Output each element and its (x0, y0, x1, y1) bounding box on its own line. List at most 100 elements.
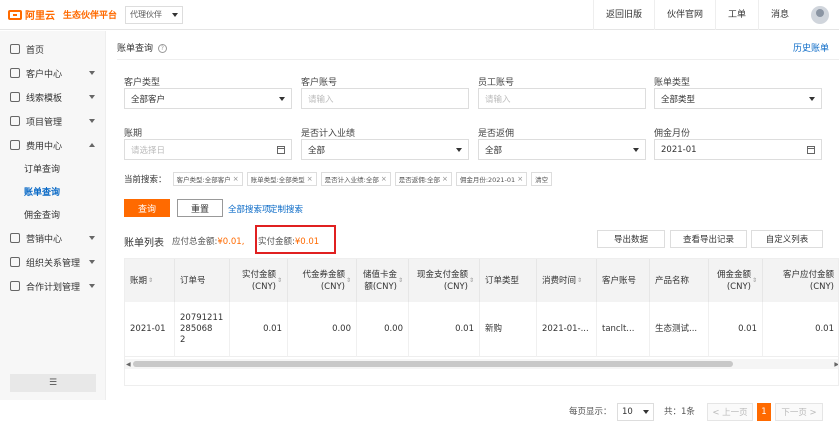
scroll-left-icon[interactable]: ◀ (126, 361, 131, 368)
filter-tag[interactable]: 佣金月份:2021-01 × (455, 172, 528, 186)
col-header-cash[interactable]: 现金支付金额 (CNY) ⇕ (409, 259, 480, 302)
sort-icon[interactable]: ⇕ (577, 275, 582, 287)
period-date-picker[interactable]: 请选择日 (124, 139, 292, 160)
bill-type-label: 账单类型 (654, 78, 691, 88)
col-header-label: 客户账号 (602, 275, 637, 286)
divider (117, 59, 839, 60)
close-icon[interactable]: × (307, 175, 313, 183)
user-icon (10, 68, 20, 78)
billing-icon (10, 140, 20, 150)
col-header-commission[interactable]: 佣金金额 (CNY) ⇕ (709, 259, 763, 302)
perf-select[interactable]: 全部 (301, 139, 469, 160)
clear-filters-button[interactable]: 清空 (531, 172, 553, 186)
sidebar-item-projects[interactable]: 项目管理 (0, 109, 105, 133)
sidebar-item-bills[interactable]: 账单查询 (0, 180, 105, 203)
aliyun-logo[interactable]: 阿里云 (8, 7, 55, 22)
col-header-customer-account: 客户账号 (597, 259, 650, 302)
filter-tag-label: 是否返佣:全部 (398, 176, 440, 184)
filter-tag[interactable]: 账单类型:全部类型 × (246, 172, 317, 186)
per-page-label: 每页显示： (569, 407, 612, 417)
filter-tag[interactable]: 客户类型:全部客户 × (172, 172, 243, 186)
avatar[interactable] (811, 6, 829, 24)
commission-month-label: 佣金月份 (654, 129, 691, 139)
sidebar-collapse-button[interactable]: ☰ (10, 374, 96, 392)
sidebar-item-partnership[interactable]: 合作计划管理 (0, 274, 105, 298)
customer-type-label: 客户类型 (124, 78, 161, 88)
page-size-select[interactable]: 10 (617, 403, 654, 421)
cell-cash: 0.01 (409, 302, 480, 357)
customer-account-input[interactable]: 请输入 (301, 88, 469, 109)
sidebar-item-marketing[interactable]: 营销中心 (0, 226, 105, 250)
nav-partner-site[interactable]: 伙伴官网 (653, 0, 715, 30)
sidebar-item-org[interactable]: 组织关系管理 (0, 250, 105, 274)
sidebar-item-orders[interactable]: 订单查询 (0, 157, 105, 180)
help-icon[interactable]: ? (157, 44, 167, 53)
chevron-up-icon (89, 143, 95, 147)
bill-type-select[interactable]: 全部类型 (654, 88, 822, 109)
cell-order-no[interactable]: 20791211285068 2 (175, 302, 230, 357)
sort-icon[interactable]: ⇕ (277, 275, 282, 287)
history-bills-link[interactable]: 历史账单 (793, 41, 829, 54)
col-header-label: 实付金额 (CNY) (241, 269, 276, 292)
current-filters: 当前搜索： 客户类型:全部客户 × 账单类型:全部类型 × 是否计入业绩:全部 × 是… (124, 172, 553, 186)
paid-label: 实付金额: (258, 237, 295, 247)
close-icon[interactable]: × (233, 175, 239, 183)
custom-columns-button[interactable]: 自定义列表 (751, 230, 823, 248)
close-icon[interactable]: × (381, 175, 387, 183)
sort-icon[interactable]: ⇕ (398, 275, 403, 287)
list-title: 账单列表 (124, 238, 164, 249)
employee-account-input[interactable]: 请输入 (478, 88, 646, 109)
col-header-voucher[interactable]: 代金券金额 (CNY) ⇕ (288, 259, 357, 302)
nav-back-old-version[interactable]: 返回旧版 (592, 0, 654, 30)
horizontal-scrollbar[interactable]: ◀ ▶ (125, 359, 838, 369)
nav-tickets[interactable]: 工单 (714, 0, 758, 30)
sort-icon[interactable]: ⇕ (148, 275, 153, 287)
table-header: 账期 ⇕ 订单号 实付金额 (CNY) ⇕ 代金券金额 (CNY) ⇕ 储值卡金 额(… (125, 259, 838, 302)
cell-customer-payable: 0.01 (763, 302, 838, 357)
all-search-link[interactable]: 全部搜索项 (228, 203, 271, 215)
filter-tag[interactable]: 是否返佣:全部 × (394, 172, 452, 186)
query-button[interactable]: 查询 (124, 199, 170, 217)
page-title: 账单查询 ? (117, 41, 167, 54)
scroll-right-icon[interactable]: ▶ (834, 361, 838, 368)
reset-button[interactable]: 重置 (177, 199, 223, 217)
cell-period: 2021-01 (125, 302, 175, 357)
filter-tag[interactable]: 是否计入业绩:全部 × (320, 172, 391, 186)
col-header-consume-time[interactable]: 消费时间 ⇕ (537, 259, 597, 302)
export-button[interactable]: 导出数据 (597, 230, 665, 248)
close-icon[interactable]: × (517, 175, 523, 183)
nav-messages[interactable]: 消息 (757, 0, 801, 30)
prev-page-button[interactable]: < 上一页 (707, 403, 753, 421)
sort-icon[interactable]: ⇕ (469, 275, 474, 287)
cell-order-type: 新购 (480, 302, 537, 357)
customer-type-value: 全部客户 (131, 94, 166, 105)
sidebar-item-customers[interactable]: 客户中心 (0, 61, 105, 85)
col-header-customer-payable[interactable]: 客户应付金额 (CNY) (763, 259, 838, 302)
sidebar-item-commission[interactable]: 佣金查询 (0, 203, 105, 226)
sidebar-item-home[interactable]: 首页 (0, 37, 105, 61)
employee-account-placeholder: 请输入 (485, 94, 511, 105)
rebate-select[interactable]: 全部 (478, 139, 646, 160)
col-header-period[interactable]: 账期 ⇕ (125, 259, 175, 302)
col-header-paid[interactable]: 实付金额 (CNY) ⇕ (230, 259, 288, 302)
next-page-button[interactable]: 下一页 > (775, 403, 823, 421)
customer-type-select[interactable]: 全部客户 (124, 88, 292, 109)
cell-paid: 0.01 (230, 302, 288, 357)
chevron-down-icon (89, 236, 95, 240)
sidebar-item-leads[interactable]: 线索模板 (0, 85, 105, 109)
role-select[interactable]: 代理伙伴 (125, 5, 184, 24)
view-export-records-button[interactable]: 查看导出记录 (670, 230, 747, 248)
scrollbar-thumb[interactable] (133, 361, 733, 367)
sort-icon[interactable]: ⇕ (346, 275, 351, 287)
page-number-current[interactable]: 1 (757, 403, 771, 421)
sidebar-item-billing[interactable]: 费用中心 (0, 133, 105, 157)
cell-stored-card: 0.00 (357, 302, 409, 357)
close-icon[interactable]: × (442, 175, 448, 183)
col-header-stored-card[interactable]: 储值卡金 额(CNY) ⇕ (357, 259, 409, 302)
bill-table: 账期 ⇕ 订单号 实付金额 (CNY) ⇕ 代金券金额 (CNY) ⇕ 储值卡金 额(… (124, 258, 839, 386)
custom-search-link[interactable]: 定制搜索 (269, 203, 303, 215)
sort-icon[interactable]: ⇕ (752, 275, 757, 287)
commission-month-picker[interactable]: 2021-01 (654, 139, 822, 160)
filter-tag-label: 账单类型:全部类型 (250, 176, 305, 184)
commission-month-value: 2021-01 (661, 144, 697, 155)
